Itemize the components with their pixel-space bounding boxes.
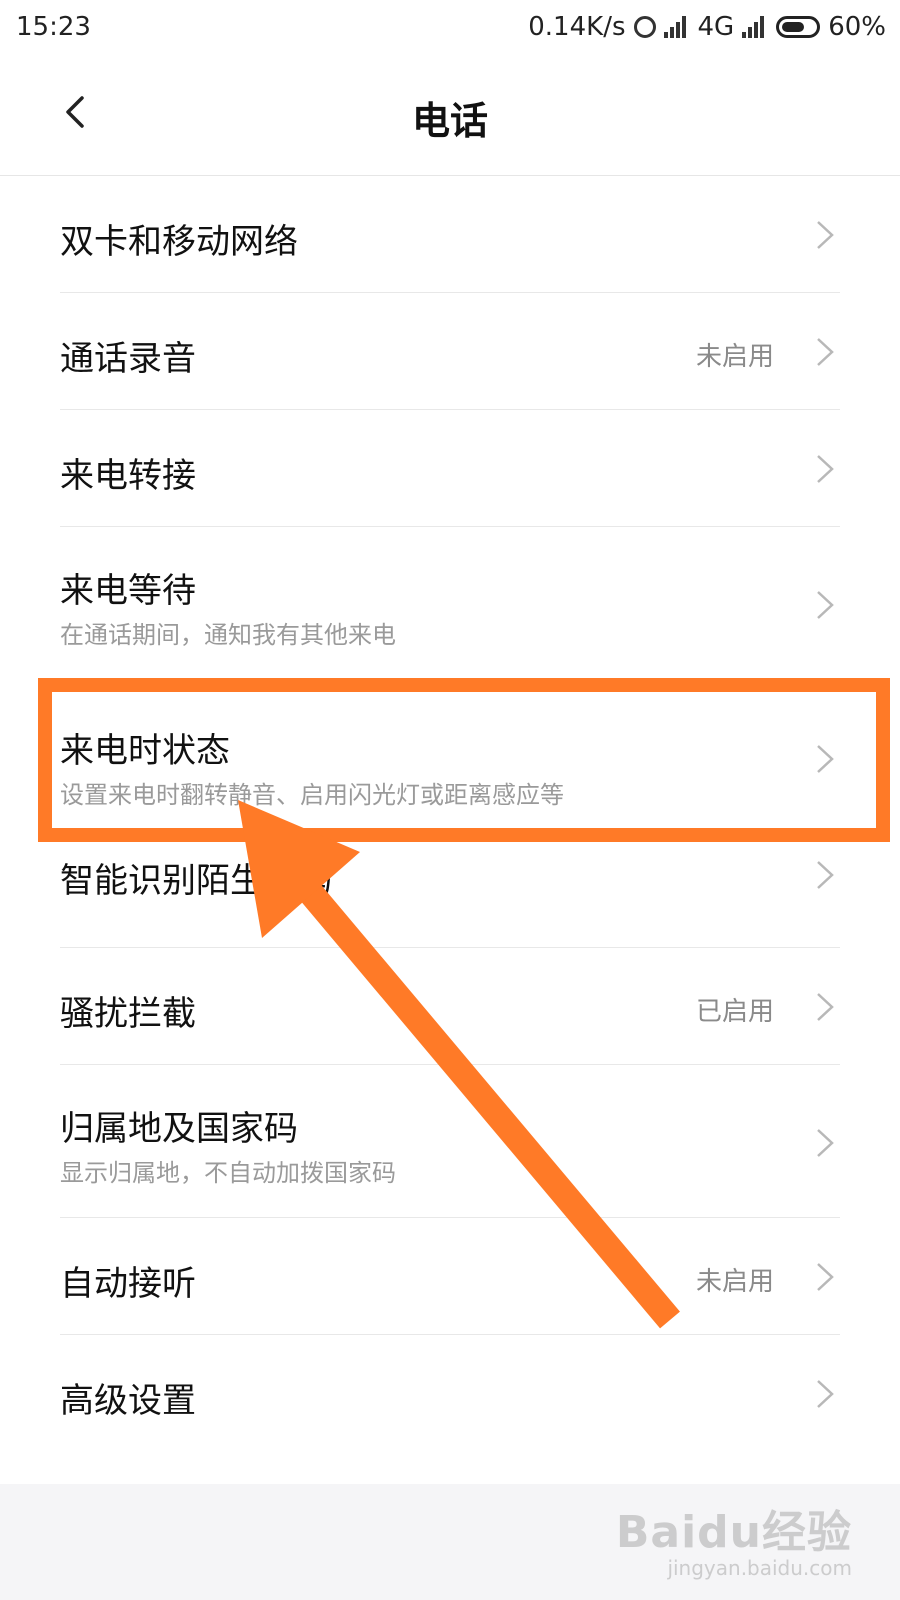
item-title: 通话录音 (60, 339, 196, 379)
highlight-box (38, 678, 890, 842)
list-item-advanced-settings[interactable]: 高级设置 (60, 1335, 840, 1452)
signal-icon-2 (742, 16, 768, 38)
item-status: 已启用 (695, 997, 774, 1027)
item-title: 骚扰拦截 (60, 994, 196, 1034)
watermark: Baidu经验 jingyan.baidu.com (616, 1496, 852, 1580)
network-speed: 0.14K/s (528, 12, 626, 42)
list-item-auto-answer[interactable]: 自动接听 未启用 (60, 1218, 840, 1335)
item-status: 未启用 (695, 342, 774, 372)
item-title: 自动接听 (60, 1264, 196, 1304)
item-status: 未启用 (695, 1267, 774, 1297)
status-icons: 0.14K/s 4G 60% (528, 12, 886, 42)
item-subtitle: 在通话期间，通知我有其他来电 (60, 621, 396, 649)
status-bar: 15:23 0.14K/s 4G 60% (0, 0, 900, 54)
item-title: 来电转接 (60, 456, 196, 496)
chevron-right-icon (817, 861, 834, 889)
chevron-right-icon (817, 1263, 834, 1291)
header: 电话 (0, 54, 900, 176)
list-item-dual-sim[interactable]: 双卡和移动网络 (60, 176, 840, 293)
list-item-call-waiting[interactable]: 来电等待 在通话期间，通知我有其他来电 (60, 527, 840, 679)
item-title: 归属地及国家码 (60, 1109, 298, 1149)
item-title: 高级设置 (60, 1381, 196, 1421)
list-item-call-recording[interactable]: 通话录音 未启用 (60, 293, 840, 410)
item-title: 双卡和移动网络 (60, 222, 298, 262)
alarm-icon (633, 16, 656, 38)
list-item-call-forwarding[interactable]: 来电转接 (60, 410, 840, 527)
chevron-right-icon (817, 221, 834, 249)
network-type: 4G (697, 12, 735, 42)
list-item-smart-caller-id[interactable]: 智能识别陌生号码 (60, 831, 840, 948)
list-item-region-country-code[interactable]: 归属地及国家码 显示归属地，不自动加拨国家码 (60, 1065, 840, 1218)
chevron-right-icon (817, 591, 834, 619)
signal-icon (663, 16, 690, 38)
page-title: 电话 (411, 99, 488, 143)
status-time: 15:23 (16, 12, 91, 42)
item-subtitle: 显示归属地，不自动加拨国家码 (60, 1159, 396, 1187)
battery-icon (776, 16, 821, 38)
battery-level: 60% (828, 12, 886, 42)
list-item-spam-blocking[interactable]: 骚扰拦截 已启用 (60, 948, 840, 1065)
chevron-right-icon (817, 1129, 834, 1157)
watermark-logo: Baidu经验 (615, 1507, 852, 1558)
chevron-right-icon (817, 338, 834, 366)
item-title: 来电等待 (60, 571, 196, 611)
chevron-right-icon (817, 993, 834, 1021)
chevron-right-icon (817, 1380, 834, 1408)
chevron-right-icon (817, 455, 834, 483)
item-title: 智能识别陌生号码 (60, 861, 332, 901)
